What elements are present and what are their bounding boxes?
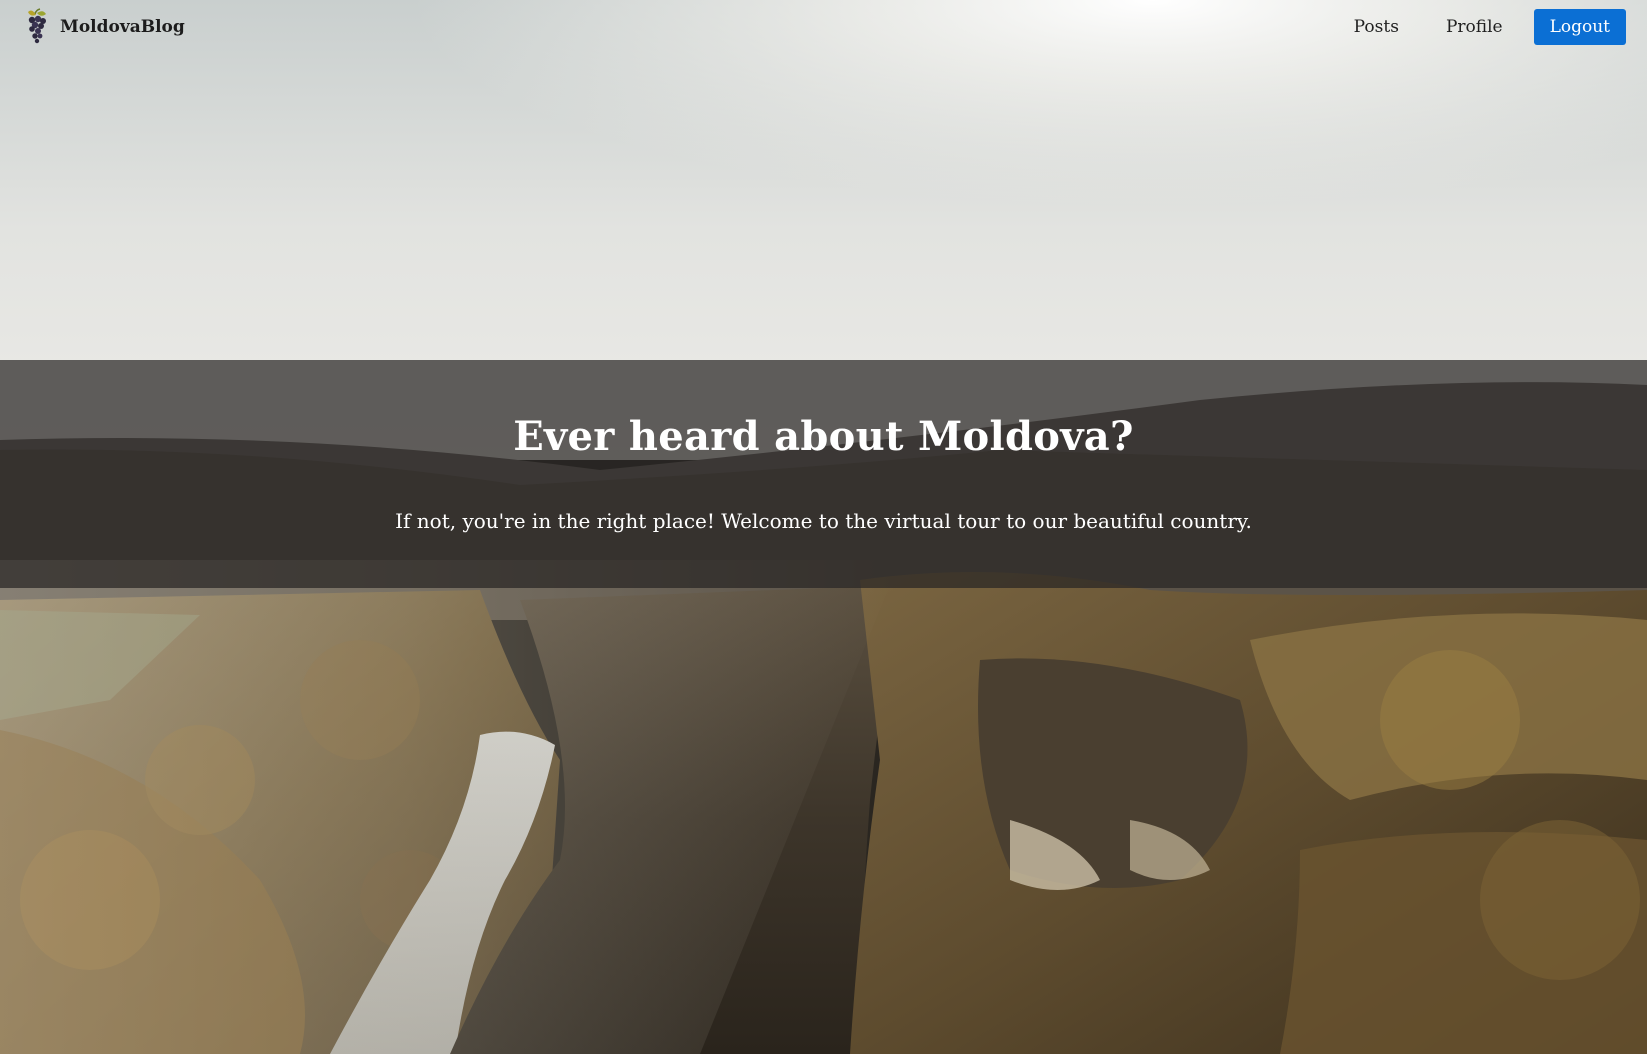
nav-links: Posts Profile Logout	[1354, 9, 1626, 45]
brand-link[interactable]: MoldovaBlog	[22, 8, 185, 46]
top-navbar: MoldovaBlog Posts Profile Logout	[0, 0, 1647, 54]
nav-link-profile[interactable]: Profile	[1446, 17, 1503, 37]
hero-banner: Ever heard about Moldova? If not, you're…	[0, 360, 1647, 588]
grapes-icon	[28, 8, 46, 44]
hero-subtitle: If not, you're in the right place! Welco…	[395, 509, 1252, 533]
logout-button[interactable]: Logout	[1533, 9, 1626, 45]
brand-name: MoldovaBlog	[60, 17, 185, 37]
nav-link-posts[interactable]: Posts	[1354, 17, 1399, 37]
hero-title: Ever heard about Moldova?	[513, 413, 1134, 460]
